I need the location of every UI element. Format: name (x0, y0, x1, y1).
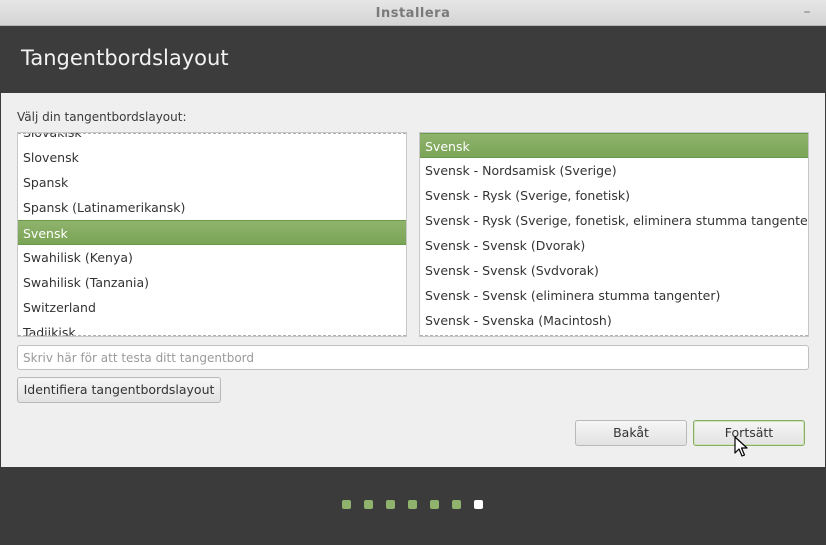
layout-list-item-selected[interactable]: Svensk (18, 220, 406, 245)
window-titlebar[interactable]: Installera – (0, 0, 826, 26)
layout-list-item[interactable]: Swahilisk (Tanzania) (18, 270, 406, 295)
variant-list[interactable]: Svensk Svensk - Nordsamisk (Sverige) Sve… (419, 132, 809, 337)
variant-list-item[interactable]: Svensk - Rysk (Sverige, fonetisk, elimin… (420, 208, 808, 233)
continue-button[interactable]: Fortsätt (693, 420, 805, 446)
layout-list-item[interactable]: Spansk (18, 170, 406, 195)
layout-list-item[interactable]: Swahilisk (Kenya) (18, 245, 406, 270)
variant-list-item[interactable]: Svensk - Svensk (eliminera stumma tangen… (420, 283, 808, 308)
variant-list-item[interactable]: Svensk - Svenska (Macintosh) (420, 308, 808, 333)
layout-list-item[interactable]: Switzerland (18, 295, 406, 320)
window-title: Installera (375, 6, 451, 21)
progress-dot-done (430, 500, 439, 509)
main-content: Välj din tangentbordslayout: Slovakisk S… (1, 93, 825, 467)
progress-dot-current (474, 500, 483, 509)
page-title: Tangentbordslayout (21, 46, 229, 70)
layout-list-item[interactable]: Slovensk (18, 145, 406, 170)
layout-list-item[interactable]: Spansk (Latinamerikansk) (18, 195, 406, 220)
progress-dot-done (342, 500, 351, 509)
keyboard-test-input[interactable] (17, 345, 809, 370)
back-button[interactable]: Bakåt (575, 420, 687, 446)
variant-list-item[interactable]: Svensk - Svensk (Svdvorak) (420, 258, 808, 283)
progress-dot-done (408, 500, 417, 509)
variant-list-item[interactable]: Svensk - Nordsamisk (Sverige) (420, 158, 808, 183)
progress-dot-done (364, 500, 373, 509)
progress-dot-done (386, 500, 395, 509)
minimize-icon[interactable]: – (800, 3, 814, 21)
list-top-edge (18, 133, 406, 134)
variant-list-item-selected[interactable]: Svensk (420, 133, 808, 158)
progress-footer (0, 467, 826, 545)
variant-list-item[interactable]: Svensk - Rysk (Sverige, fonetisk) (420, 183, 808, 208)
list-bottom-edge (18, 335, 406, 336)
layout-list[interactable]: Slovakisk Slovensk Spansk Spansk (Latina… (17, 132, 407, 337)
layout-prompt-label: Välj din tangentbordslayout: (17, 110, 187, 124)
page-header: Tangentbordslayout (0, 26, 826, 93)
list-bottom-edge (420, 335, 808, 336)
detect-layout-button[interactable]: Identifiera tangentbordslayout (17, 377, 221, 403)
progress-dot-done (452, 500, 461, 509)
variant-list-item[interactable]: Svensk - Svensk (Dvorak) (420, 233, 808, 258)
